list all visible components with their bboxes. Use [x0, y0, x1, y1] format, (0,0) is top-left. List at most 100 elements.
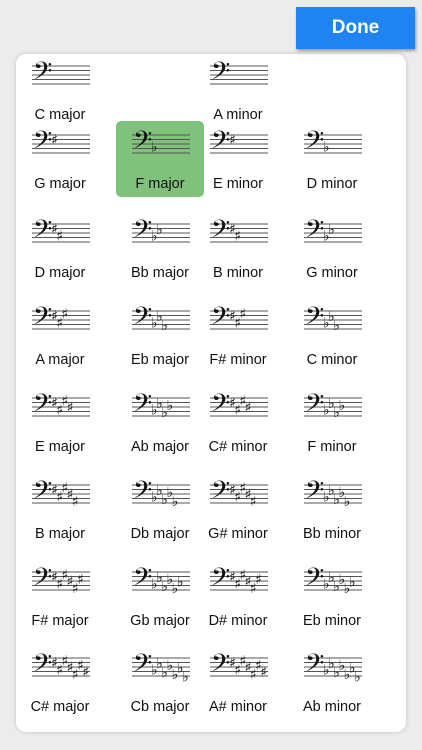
key-cell[interactable]: 𝄢 ♯ ♯ ♯ ♯ ♯ G# minor: [194, 471, 282, 547]
bass-clef-icon: 𝄢: [33, 389, 52, 424]
bass-clef-icon: 𝄢: [33, 476, 52, 511]
key-label: F# major: [31, 613, 89, 629]
key-cell[interactable]: 𝄢 A minor: [194, 54, 282, 128]
flat-icon: ♭: [349, 574, 356, 590]
bass-staff-icon: 𝄢♯♯♯♯: [32, 389, 90, 424]
bass-clef-icon: 𝄢: [305, 476, 324, 511]
key-cell[interactable]: 𝄢 ♭ D minor: [288, 121, 376, 197]
key-cell[interactable]: 𝄢 ♯ ♯ B minor: [194, 210, 282, 286]
key-cell[interactable]: 𝄢 ♯ ♯ ♯ ♯ ♯ ♯ ♯ C# major: [16, 644, 104, 720]
key-cell[interactable]: 𝄢 ♯ ♯ ♯ ♯ C# minor: [194, 384, 282, 460]
key-cell[interactable]: 𝄢 ♯ ♯ ♯ F# minor: [194, 297, 282, 373]
bass-staff-icon: 𝄢♯♯♯♯♯: [210, 476, 268, 511]
key-label: D major: [34, 265, 86, 281]
bass-clef-icon: 𝄢: [211, 57, 230, 92]
key-cell[interactable]: 𝄢 ♭ ♭ ♭ ♭ Ab major: [116, 384, 204, 460]
bass-staff-icon: 𝄢♯♯♯♯♯♯♯: [32, 649, 90, 684]
sharp-icon: ♯: [239, 306, 246, 322]
flat-icon: ♭: [167, 398, 174, 414]
bass-staff-icon: 𝄢♭♭♭♭♭♭: [304, 563, 362, 598]
key-label: F major: [135, 176, 185, 192]
bass-staff-icon: 𝄢♯♯♯: [210, 302, 268, 337]
key-label: E major: [35, 439, 85, 455]
key-label: Gb major: [130, 613, 190, 629]
sharp-icon: ♯: [61, 306, 68, 322]
sharp-icon: ♯: [260, 665, 267, 681]
bass-staff-icon: 𝄢♭♭♭♭♭: [132, 476, 190, 511]
key-label: C# minor: [208, 439, 268, 455]
bass-clef-icon: 𝄢: [133, 389, 152, 424]
bass-staff-icon: 𝄢♯: [210, 126, 268, 161]
bass-staff-icon: 𝄢♭: [304, 126, 362, 161]
bass-staff-icon: 𝄢♯: [32, 126, 90, 161]
bass-clef-icon: 𝄢: [305, 302, 324, 337]
key-cell[interactable]: 𝄢 ♭ ♭ ♭ ♭ ♭ ♭ Eb minor: [288, 558, 376, 634]
flat-icon: ♭: [161, 318, 168, 334]
key-cell[interactable]: 𝄢 ♭ ♭ Bb major: [116, 210, 204, 286]
bass-clef-icon: 𝄢: [33, 563, 52, 598]
bass-staff-icon: 𝄢♭♭♭♭♭: [304, 476, 362, 511]
key-cell[interactable]: 𝄢 ♭ F major: [116, 121, 204, 197]
bass-clef-icon: 𝄢: [33, 649, 52, 684]
bass-staff-icon: 𝄢♯♯♯♯♯: [32, 476, 90, 511]
key-cell[interactable]: 𝄢 ♭ ♭ ♭ ♭ ♭ ♭ ♭ Ab minor: [288, 644, 376, 720]
key-cell[interactable]: 𝄢 ♭ ♭ ♭ ♭ ♭ Db major: [116, 471, 204, 547]
key-cell[interactable]: 𝄢 C major: [16, 54, 104, 128]
bass-clef-icon: 𝄢: [33, 126, 52, 161]
bass-clef-icon: 𝄢: [133, 476, 152, 511]
flat-icon: ♭: [182, 669, 189, 685]
bass-staff-icon: 𝄢♯♯: [210, 215, 268, 250]
key-label: E minor: [213, 176, 263, 192]
sharp-icon: ♯: [245, 400, 252, 416]
key-label: D# minor: [208, 613, 268, 629]
key-label: D minor: [306, 176, 358, 192]
bass-staff-icon: 𝄢: [32, 57, 90, 92]
key-cell[interactable]: 𝄢 ♯ ♯ ♯ ♯ ♯ B major: [16, 471, 104, 547]
flat-icon: ♭: [323, 140, 330, 156]
key-cell[interactable]: 𝄢 ♭ ♭ ♭ ♭ ♭ ♭ Gb major: [116, 558, 204, 634]
key-label: A# minor: [208, 699, 268, 715]
key-cell[interactable]: 𝄢 ♯ ♯ ♯ ♯ ♯ ♯ ♯ A# minor: [194, 644, 282, 720]
key-cell[interactable]: 𝄢 ♭ ♭ ♭ C minor: [288, 297, 376, 373]
bass-clef-icon: 𝄢: [305, 126, 324, 161]
bass-staff-icon: 𝄢♭♭♭♭♭♭♭: [132, 649, 190, 685]
bass-staff-icon: 𝄢: [210, 57, 268, 92]
key-cell[interactable]: 𝄢 ♭ ♭ ♭ ♭ ♭ Bb minor: [288, 471, 376, 547]
flat-icon: ♭: [339, 398, 346, 414]
key-label: G major: [34, 176, 86, 192]
key-cell[interactable]: 𝄢 ♯ E minor: [194, 121, 282, 197]
key-cell[interactable]: 𝄢 ♯ ♯ ♯ ♯ E major: [16, 384, 104, 460]
key-cell[interactable]: 𝄢 ♯ ♯ D major: [16, 210, 104, 286]
key-cell[interactable]: 𝄢 ♭ ♭ ♭ Eb major: [116, 297, 204, 373]
bass-staff-icon: 𝄢♭♭♭♭: [304, 389, 362, 424]
bass-staff-icon: 𝄢♭♭♭: [132, 302, 190, 337]
key-label: Eb major: [130, 352, 190, 368]
sharp-icon: ♯: [67, 400, 74, 416]
key-label: G minor: [306, 265, 358, 281]
bass-staff-icon: 𝄢♭: [132, 126, 190, 161]
key-cell[interactable]: 𝄢 ♭ ♭ ♭ ♭ ♭ ♭ ♭ Cb major: [116, 644, 204, 720]
done-button[interactable]: Done: [296, 7, 415, 49]
bass-clef-icon: 𝄢: [211, 215, 230, 250]
key-label: F minor: [307, 439, 357, 455]
bass-staff-icon: 𝄢♭♭♭♭♭♭♭: [304, 649, 362, 685]
bass-staff-icon: 𝄢♯♯♯♯: [210, 389, 268, 424]
key-cell[interactable]: 𝄢 ♯ ♯ ♯ ♯ ♯ ♯ F# major: [16, 558, 104, 634]
key-label: Bb minor: [302, 526, 362, 542]
flat-icon: ♭: [156, 222, 163, 238]
flat-icon: ♭: [172, 494, 179, 510]
key-cell[interactable]: 𝄢 ♯ G major: [16, 121, 104, 197]
key-label: Cb major: [130, 699, 190, 715]
key-cell[interactable]: 𝄢 ♭ ♭ G minor: [288, 210, 376, 286]
sharp-icon: ♯: [51, 133, 58, 149]
bass-clef-icon: 𝄢: [211, 302, 230, 337]
key-cell[interactable]: 𝄢 ♭ ♭ ♭ ♭ F minor: [288, 384, 376, 460]
bass-clef-icon: 𝄢: [33, 57, 52, 92]
key-label: Ab major: [130, 439, 190, 455]
key-label: B major: [35, 526, 85, 542]
key-cell[interactable]: 𝄢 ♯ ♯ ♯ A major: [16, 297, 104, 373]
flat-icon: ♭: [328, 222, 335, 238]
bass-clef-icon: 𝄢: [133, 215, 152, 250]
key-cell[interactable]: 𝄢 ♯ ♯ ♯ ♯ ♯ ♯ D# minor: [194, 558, 282, 634]
bass-staff-icon: 𝄢♯♯♯♯♯♯♯: [210, 649, 268, 684]
